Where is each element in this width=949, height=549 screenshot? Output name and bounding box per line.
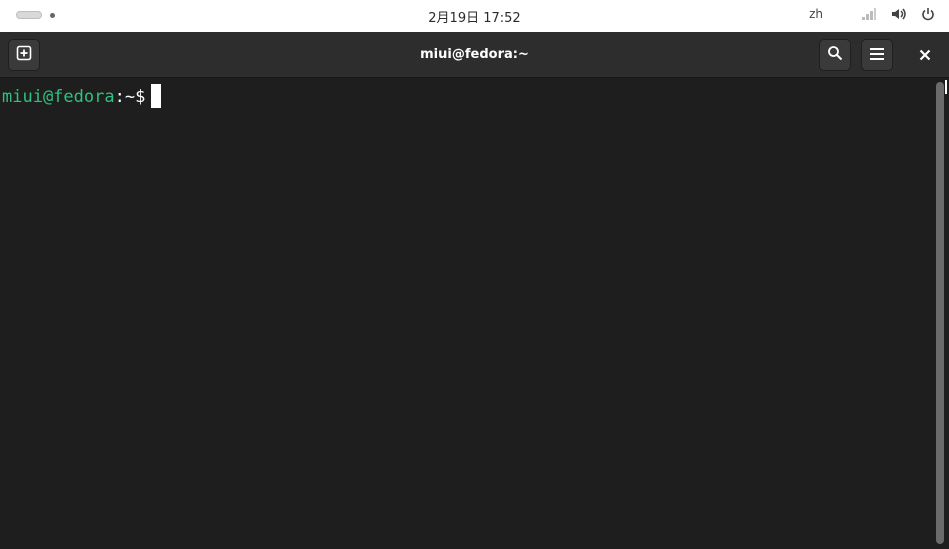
- search-icon: [827, 45, 843, 65]
- volume-icon[interactable]: [891, 7, 907, 21]
- system-tray[interactable]: zh: [809, 7, 935, 21]
- prompt-line: miui@fedora:~$: [2, 84, 162, 108]
- prompt-symbol: $: [135, 87, 146, 107]
- search-button[interactable]: [819, 39, 851, 71]
- hamburger-menu-icon: [869, 46, 885, 65]
- input-method-indicator[interactable]: zh: [809, 7, 823, 21]
- scrollbar[interactable]: [936, 82, 944, 544]
- terminal-area[interactable]: miui@fedora:~$: [0, 78, 935, 549]
- network-icon[interactable]: [861, 7, 877, 21]
- text-cursor: [151, 84, 162, 108]
- prompt-path: :~: [114, 87, 136, 107]
- top-bar: 2月19日 17:52 zh: [0, 0, 949, 32]
- window-edge-marker: [945, 80, 947, 94]
- clock[interactable]: 2月19日 17:52: [0, 7, 949, 26]
- menu-button[interactable]: [861, 39, 893, 71]
- close-icon: [919, 46, 931, 65]
- terminal-headerbar: miui@fedora:~: [0, 32, 949, 94]
- window-title: miui@fedora:~: [420, 47, 529, 62]
- prompt-user-host: miui@fedora: [2, 87, 115, 107]
- power-icon[interactable]: [921, 7, 935, 21]
- close-button[interactable]: [914, 44, 936, 66]
